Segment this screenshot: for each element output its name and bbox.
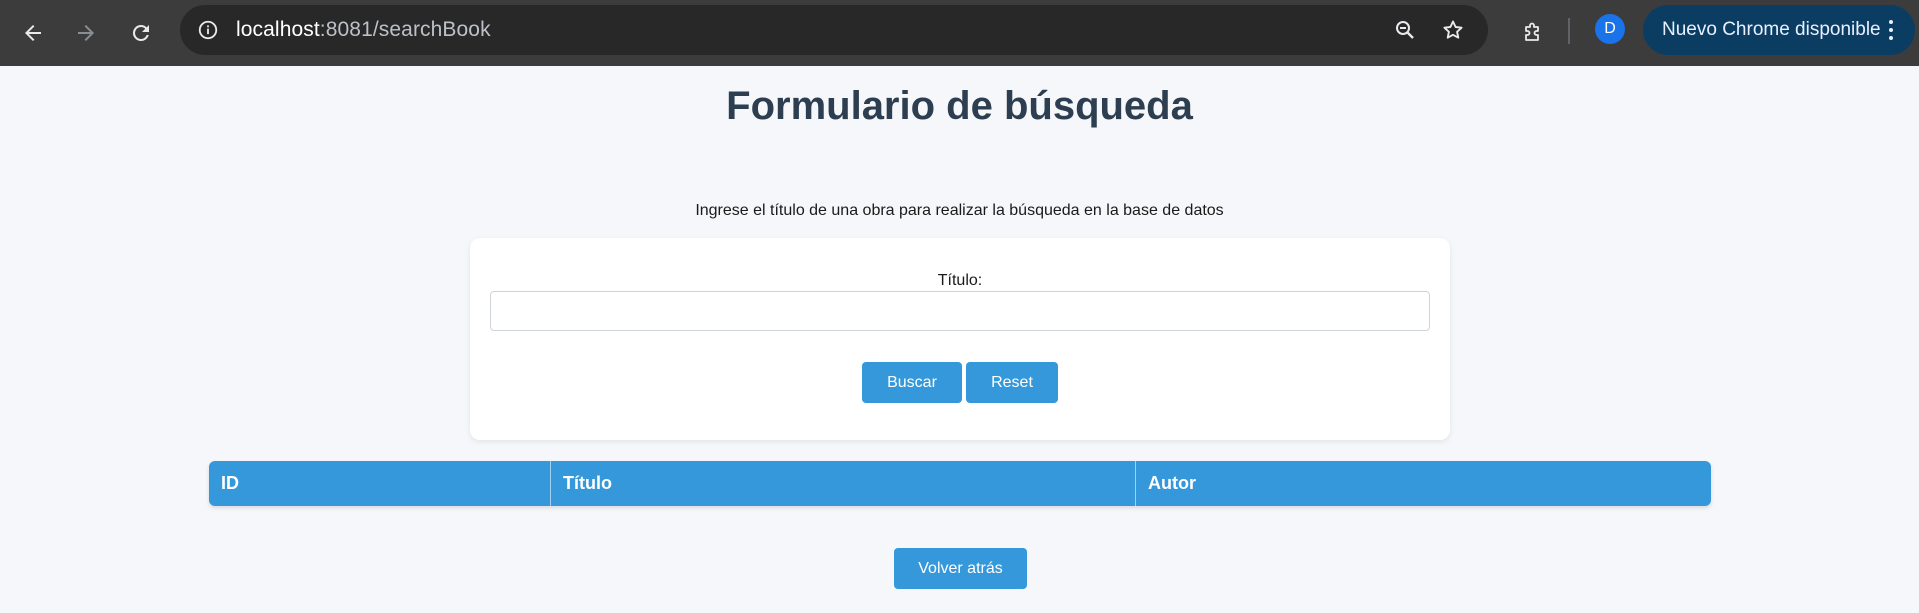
url-text: localhost:8081/searchBook: [236, 18, 491, 42]
search-form: Título: Buscar Reset: [470, 238, 1450, 440]
profile-avatar[interactable]: D: [1595, 14, 1625, 44]
intro-text: Ingrese el título de una obra para reali…: [695, 202, 1224, 219]
address-bar[interactable]: localhost:8081/searchBook: [180, 5, 1488, 55]
title-input[interactable]: [490, 291, 1430, 331]
zoom-button[interactable]: [1389, 14, 1421, 46]
url-path: :8081/searchBook: [319, 18, 491, 41]
browser-toolbar: localhost:8081/searchBook D Nuevo Chrome…: [0, 0, 1919, 66]
kebab-menu-icon[interactable]: [1889, 20, 1893, 40]
arrow-left-icon: [25, 25, 41, 41]
url-host: localhost: [236, 18, 320, 41]
page-title: Formulario de búsqueda: [726, 84, 1193, 128]
search-button[interactable]: Buscar: [862, 362, 962, 403]
back-link-button[interactable]: Volver atrás: [894, 548, 1027, 589]
extensions-button[interactable]: [1512, 13, 1552, 53]
column-header-autor: Autor: [1135, 461, 1711, 506]
back-button[interactable]: [13, 13, 53, 53]
title-label: Título:: [937, 272, 983, 289]
bookmark-button[interactable]: [1437, 14, 1469, 46]
update-label: Nuevo Chrome disponible: [1662, 19, 1881, 40]
arrow-right-icon: [78, 25, 94, 41]
reload-button[interactable]: [121, 13, 161, 53]
info-icon: [198, 20, 218, 40]
column-header-titulo: Título: [550, 461, 1135, 506]
forward-button[interactable]: [66, 13, 106, 53]
star-icon: [1443, 20, 1463, 39]
toolbar-divider: [1568, 18, 1570, 44]
zoom-out-icon: [1396, 21, 1414, 39]
column-header-id: ID: [221, 473, 239, 493]
puzzle-icon: [1525, 22, 1539, 41]
site-info-button[interactable]: [192, 14, 224, 46]
reload-icon: [132, 24, 149, 41]
results-table-header: ID Título Autor: [209, 461, 1711, 506]
reset-button[interactable]: Reset: [966, 362, 1058, 403]
chrome-update-button[interactable]: Nuevo Chrome disponible: [1643, 5, 1915, 55]
